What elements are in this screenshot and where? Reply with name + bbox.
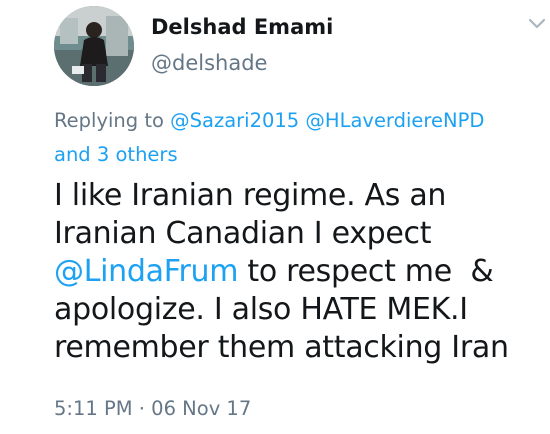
avatar[interactable] [54,6,134,86]
mention-link-lindafrum[interactable]: @LindaFrum [54,254,238,289]
chevron-down-icon[interactable] [527,17,547,31]
tweet-line: I like Iranian regime. As an [54,178,447,213]
mention-link-hlaverdierenpd[interactable]: @HLaverdiereNPD [305,109,484,132]
avatar-photo [54,6,134,86]
reply-others-link[interactable]: and 3 others [54,143,178,166]
tweet-line-text: to respect me & [238,254,494,289]
author-handle[interactable]: @delshade [151,51,267,75]
tweet-card: Delshad Emami @delshade Replying to @Saz… [0,0,550,434]
tweet-line: remember them attacking Iran [54,330,509,365]
mention-link-sazari2015[interactable]: @Sazari2015 [170,109,299,132]
tweet-timestamp[interactable]: 5:11 PM · 06 Nov 17 [54,397,251,420]
tweet-line: @LindaFrum to respect me & [54,253,550,291]
tweet-line: apologize. I also HATE MEK.I [54,292,468,327]
tweet-line: Iranian Canadian I expect [54,216,432,251]
reply-context: Replying to @Sazari2015 @HLaverdiereNPD a… [54,104,546,172]
reply-prefix: Replying to [54,109,171,132]
tweet-body: I like Iranian regime. As an Iranian Can… [54,177,550,367]
author-display-name[interactable]: Delshad Emami [151,15,333,39]
